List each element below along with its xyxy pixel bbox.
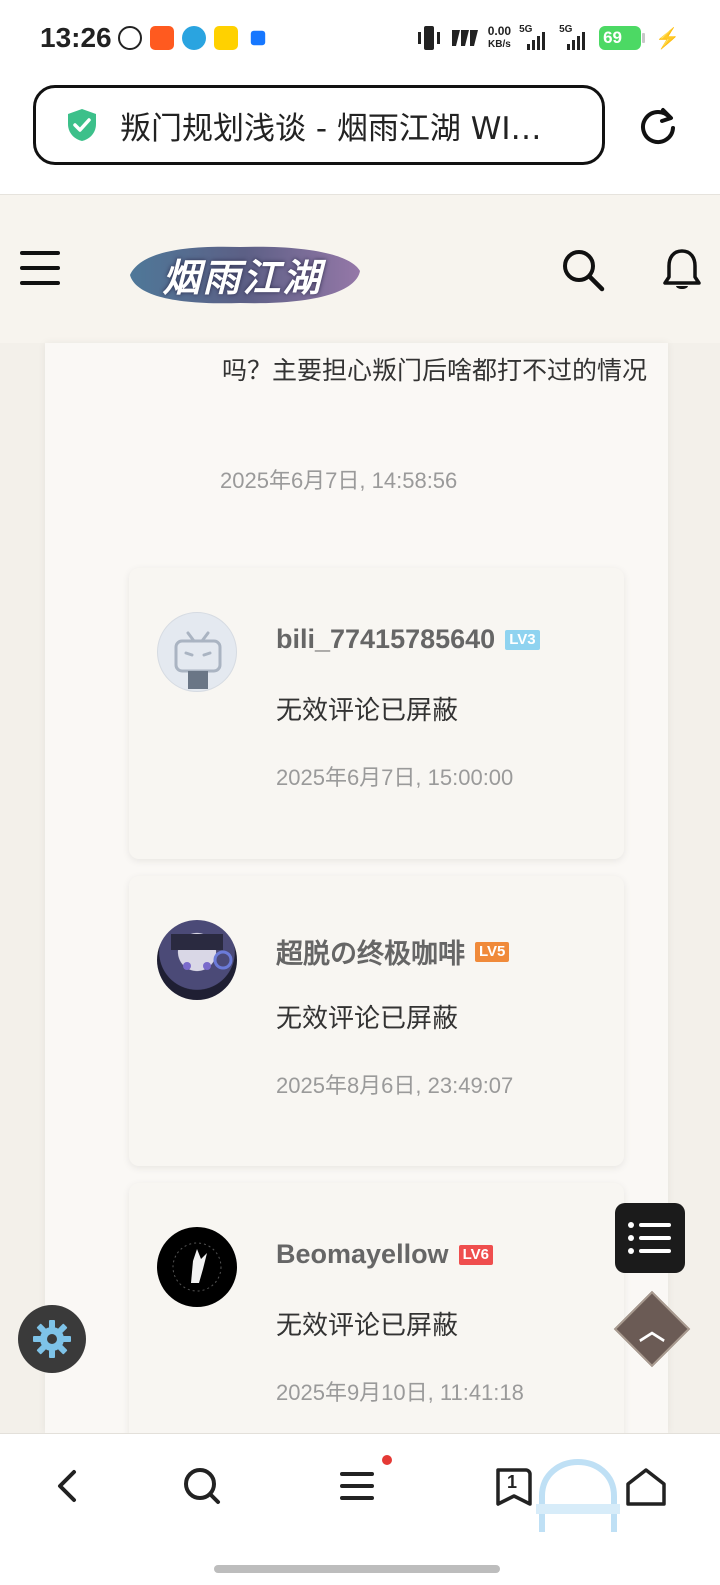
signal-1: 5G bbox=[519, 24, 551, 52]
signal-2: 5G bbox=[559, 24, 591, 52]
gear-icon bbox=[33, 1320, 71, 1358]
home-indicator[interactable] bbox=[214, 1565, 500, 1573]
avatar[interactable] bbox=[157, 1227, 237, 1307]
logo-text: 烟雨江湖 bbox=[162, 254, 323, 300]
system-icons: 0.00 KB/s 5G 5G 69 ⚡ bbox=[416, 24, 680, 52]
status-time: 13:26 bbox=[40, 22, 112, 53]
back-icon[interactable] bbox=[44, 1462, 92, 1510]
comment-card: Beomayellow LV6 无效评论已屏蔽 2025年9月10日, 11:4… bbox=[129, 1183, 624, 1453]
comment-time: 2025年6月7日, 15:00:00 bbox=[276, 765, 514, 790]
level-badge: LV5 bbox=[475, 941, 510, 962]
list-icon bbox=[628, 1222, 671, 1254]
panda-app-icon bbox=[118, 26, 142, 50]
mascot-overlay-icon bbox=[536, 1458, 620, 1532]
net-speed: 0.00 KB/s bbox=[488, 25, 511, 51]
menu-icon[interactable] bbox=[334, 1462, 382, 1510]
comment-username[interactable]: 超脱の终极咖啡 bbox=[276, 932, 465, 971]
vibrate-icon bbox=[417, 26, 440, 50]
notification-icons bbox=[118, 26, 270, 50]
comment-text: 无效评论已屏蔽 bbox=[276, 1311, 459, 1341]
comment-username[interactable]: bili_77415785640 bbox=[276, 624, 495, 655]
search-icon[interactable] bbox=[178, 1462, 226, 1510]
notification-dot bbox=[382, 1455, 392, 1465]
comment-user-line: 超脱の终极咖啡 LV5 bbox=[276, 932, 510, 971]
address-bar[interactable]: 叛门规划浅谈 - 烟雨江湖 WI… bbox=[33, 85, 605, 165]
site-logo[interactable]: 烟雨江湖 bbox=[120, 235, 365, 313]
status-bar: 13:26 0.00 KB/s 5G 5G 69 ⚡ bbox=[0, 0, 720, 80]
page-title: 叛门规划浅谈 - 烟雨江湖 WI… bbox=[120, 110, 542, 147]
secure-shield-icon bbox=[68, 109, 96, 141]
level-badge: LV6 bbox=[458, 1244, 493, 1265]
net-speed-unit: KB/s bbox=[488, 39, 511, 50]
battery-indicator: 69 bbox=[599, 26, 646, 50]
previous-comment-text: 吗？主要担心叛门后啥都打不过的情况 bbox=[222, 356, 648, 385]
home-icon[interactable] bbox=[622, 1462, 670, 1510]
site-header: 烟雨江湖 bbox=[0, 195, 720, 343]
comment-text: 无效评论已屏蔽 bbox=[276, 1004, 459, 1034]
search-icon[interactable] bbox=[560, 247, 606, 293]
comment-text: 无效评论已屏蔽 bbox=[276, 696, 459, 726]
table-of-contents-button[interactable] bbox=[615, 1203, 685, 1273]
hand-sketch-avatar-icon bbox=[172, 1242, 222, 1292]
hotspot-icon bbox=[451, 30, 478, 46]
bilibili-tv-icon bbox=[174, 631, 222, 689]
comment-time: 2025年8月6日, 23:49:07 bbox=[276, 1073, 514, 1098]
net-speed-value: 0.00 bbox=[487, 24, 512, 38]
comment-user-line: bili_77415785640 LV3 bbox=[276, 624, 540, 655]
avatar[interactable] bbox=[157, 612, 237, 692]
comment-username[interactable]: Beomayellow bbox=[276, 1239, 449, 1270]
avatar[interactable] bbox=[157, 920, 237, 1000]
comment-user-line: Beomayellow LV6 bbox=[276, 1239, 493, 1270]
alipay-app-icon bbox=[250, 30, 266, 46]
reload-icon[interactable] bbox=[636, 104, 680, 148]
previous-comment-time: 2025年6月7日, 14:58:56 bbox=[220, 468, 458, 493]
tabs-count: 1 bbox=[507, 1472, 518, 1492]
telegram-app-icon bbox=[182, 26, 206, 50]
browser-address-row: 叛门规划浅谈 - 烟雨江湖 WI… bbox=[0, 80, 720, 195]
settings-button[interactable] bbox=[18, 1305, 86, 1373]
hamburger-menu-icon[interactable] bbox=[20, 251, 60, 285]
battery-level: 69 bbox=[603, 28, 623, 47]
comment-time: 2025年9月10日, 11:41:18 bbox=[276, 1380, 524, 1405]
browser-bottom-nav: 1 bbox=[0, 1433, 720, 1585]
taobao-app-icon bbox=[150, 26, 174, 50]
level-badge: LV3 bbox=[505, 629, 540, 650]
comment-card: bili_77415785640 LV3 无效评论已屏蔽 2025年6月7日, … bbox=[129, 568, 624, 859]
comment-card: 超脱の终极咖啡 LV5 无效评论已屏蔽 2025年8月6日, 23:49:07 bbox=[129, 876, 624, 1166]
meituan-app-icon bbox=[214, 26, 238, 50]
bell-icon[interactable] bbox=[660, 247, 704, 293]
charging-icon: ⚡ bbox=[655, 27, 680, 50]
chevron-up-icon: ︿ bbox=[638, 1316, 666, 1347]
anime-avatar-icon bbox=[171, 934, 233, 970]
